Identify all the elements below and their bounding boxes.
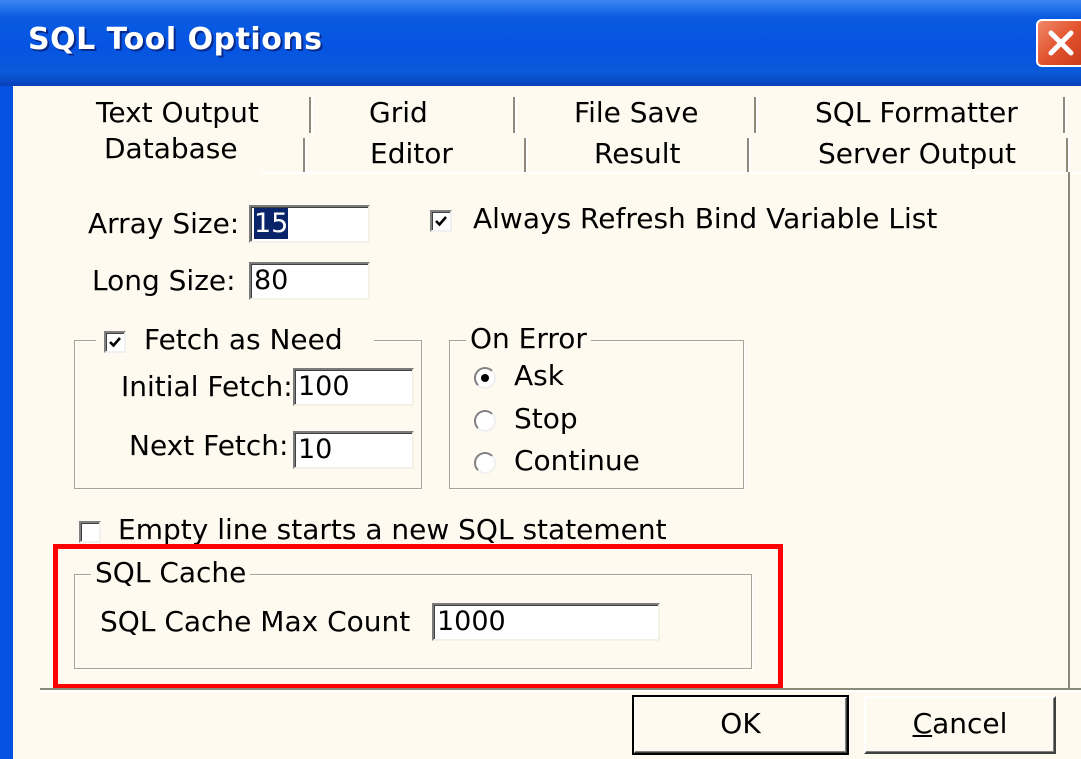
cancel-button[interactable]: Cancel: [864, 696, 1056, 754]
cancel-label-rest: ancel: [932, 707, 1008, 740]
window-frame-left: [0, 86, 13, 759]
check-icon: [435, 216, 447, 227]
title-bar[interactable]: SQL Tool Options: [0, 0, 1081, 86]
radio-continue-label[interactable]: Continue: [514, 444, 640, 477]
radio-continue[interactable]: [474, 452, 496, 474]
empty-line-label[interactable]: Empty line starts a new SQL statement: [118, 513, 667, 546]
tab-grid[interactable]: Grid: [369, 96, 428, 129]
radio-ask[interactable]: [474, 367, 496, 389]
tab-separator: [1066, 138, 1070, 174]
array-size-label: Array Size:: [88, 207, 240, 240]
array-size-input[interactable]: 15: [249, 205, 370, 243]
initial-fetch-label: Initial Fetch:: [121, 370, 293, 403]
tab-panel-border: [260, 172, 1081, 174]
fetch-as-need-checkbox[interactable]: [104, 331, 126, 353]
fetch-as-need-label[interactable]: Fetch as Need: [144, 323, 343, 356]
highlight-box: [53, 544, 783, 689]
long-size-label: Long Size:: [92, 264, 236, 297]
window-title: SQL Tool Options: [28, 22, 323, 57]
radio-ask-label[interactable]: Ask: [514, 359, 564, 392]
tab-separator: [303, 138, 307, 174]
tab-file-save[interactable]: File Save: [574, 96, 698, 129]
tab-sql-formatter[interactable]: SQL Formatter: [815, 96, 1018, 129]
always-refresh-label[interactable]: Always Refresh Bind Variable List: [473, 202, 937, 235]
panel-right-border: [1068, 172, 1070, 690]
tab-separator: [513, 97, 517, 133]
initial-fetch-input[interactable]: 100: [293, 368, 414, 406]
long-size-input[interactable]: 80: [249, 262, 370, 300]
tab-text-output[interactable]: Text Output: [96, 96, 259, 129]
tab-separator: [309, 97, 313, 133]
tab-server-output[interactable]: Server Output: [818, 137, 1016, 170]
radio-stop-label[interactable]: Stop: [514, 402, 578, 435]
next-fetch-label: Next Fetch:: [129, 429, 289, 462]
tab-database[interactable]: Database: [104, 132, 238, 165]
radio-dot-icon: [481, 374, 489, 382]
array-size-value: 15: [254, 208, 289, 239]
tab-separator: [754, 97, 758, 133]
tab-separator: [747, 138, 751, 174]
close-icon: [1048, 30, 1074, 56]
radio-stop[interactable]: [474, 410, 496, 432]
empty-line-checkbox[interactable]: [79, 521, 101, 543]
ok-button[interactable]: OK: [632, 695, 849, 755]
next-fetch-input[interactable]: 10: [293, 431, 414, 469]
on-error-caption: On Error: [466, 322, 591, 355]
tab-editor[interactable]: Editor: [370, 137, 453, 170]
panel-bottom-border: [40, 688, 1081, 692]
tab-result[interactable]: Result: [594, 137, 681, 170]
tab-separator: [1063, 97, 1067, 133]
close-button[interactable]: [1036, 19, 1081, 67]
cancel-accelerator: C: [912, 707, 933, 740]
tab-separator: [524, 138, 528, 174]
always-refresh-checkbox[interactable]: [430, 210, 452, 232]
check-icon: [109, 337, 121, 348]
